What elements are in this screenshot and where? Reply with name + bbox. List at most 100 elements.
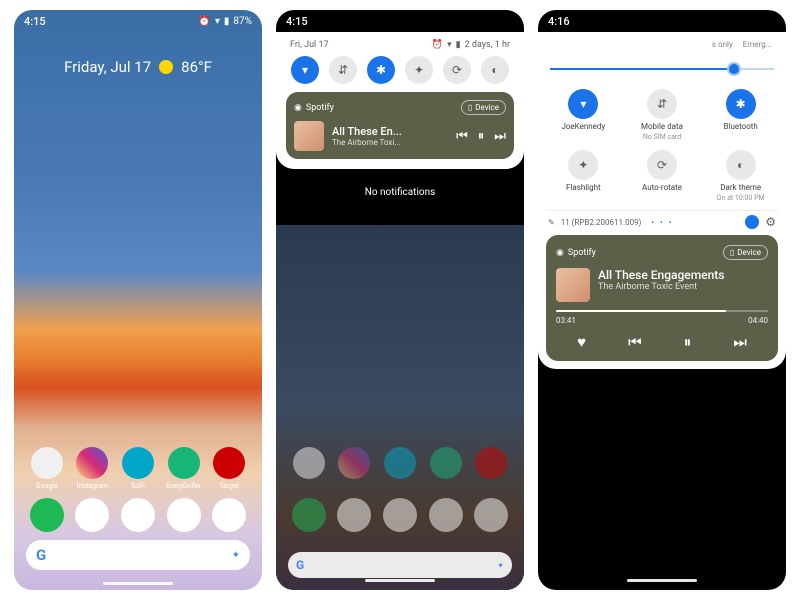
qs-dark-theme-icon: ◐ bbox=[726, 150, 756, 180]
settings-gear-icon[interactable]: ⚙ bbox=[765, 215, 776, 229]
shade-right-text: 2 days, 1 hr bbox=[465, 40, 510, 50]
quick-settings-row: ▾ ⇵ ✱ ✦ ⟳ ◐ bbox=[286, 56, 514, 84]
date-weather-widget[interactable]: Friday, Jul 17 86°F bbox=[14, 58, 262, 76]
user-icon[interactable] bbox=[745, 215, 759, 229]
output-device-chip[interactable]: ▯ Device bbox=[723, 245, 768, 260]
pause-button[interactable]: ⏸ bbox=[684, 333, 692, 351]
app-everydollar[interactable]: EveryDollar bbox=[427, 447, 465, 490]
app-instagram[interactable]: Instagram bbox=[335, 447, 373, 490]
qs-bluetooth[interactable]: ✱ bbox=[367, 56, 395, 84]
app-everydollar[interactable]: EveryDollar bbox=[165, 447, 203, 490]
assistant-icon: ✦ bbox=[497, 561, 504, 570]
pause-button[interactable]: ⏸ bbox=[478, 129, 485, 144]
build-text: 11 (RPB2.200611.009) bbox=[561, 218, 642, 227]
status-bar: 4:16 bbox=[538, 10, 786, 32]
spotify-icon: ◉ bbox=[294, 103, 302, 113]
wifi-icon: ▾ bbox=[215, 16, 220, 27]
track-title: All These En... bbox=[332, 125, 448, 138]
quick-settings-shade: Fri, Jul 17 ⏰ ▾ ▮ 2 days, 1 hr ▾⇵✱✦⟳◐ ◉ … bbox=[276, 32, 524, 169]
dock-app-spotify[interactable] bbox=[28, 498, 66, 532]
track-artist: The Airborne Toxi... bbox=[332, 138, 448, 147]
nav-handle[interactable] bbox=[103, 582, 173, 585]
qs-tile-auto-rotate[interactable]: ⟳ Auto-rotate bbox=[625, 150, 700, 203]
assistant-icon[interactable]: ✦ bbox=[232, 550, 240, 561]
qs-bluetooth-icon: ✱ bbox=[726, 89, 756, 119]
notification-shade-collapsed: Google Instagram SoFi EveryDollar Target bbox=[276, 10, 524, 590]
dock-app-app4[interactable] bbox=[427, 498, 465, 532]
output-device-chip[interactable]: ▯ Device bbox=[461, 100, 506, 115]
qs-mobile-data[interactable]: ⇵ bbox=[329, 56, 357, 84]
dock bbox=[14, 498, 262, 532]
like-button[interactable]: ♥ bbox=[577, 333, 586, 351]
status-time: 4:16 bbox=[548, 15, 570, 28]
qs-tile-dark-theme[interactable]: ◐ Dark theme On at 10:00 PM bbox=[703, 150, 778, 203]
google-logo-icon: G bbox=[296, 558, 304, 572]
qs-tile-flashlight[interactable]: ✦ Flashlight bbox=[546, 150, 621, 203]
media-card[interactable]: ◉ Spotify ▯ Device All These En... The A… bbox=[286, 92, 514, 159]
dock-app-twitter[interactable] bbox=[335, 498, 373, 532]
nav-handle[interactable] bbox=[365, 579, 435, 582]
dock-app-app5[interactable] bbox=[472, 498, 510, 532]
status-time: 4:15 bbox=[286, 15, 308, 28]
qs-tile-mobile-data[interactable]: ⇵ Mobile data No SIM card bbox=[625, 89, 700, 142]
app-row: Google Instagram SoFi EveryDollar Target bbox=[14, 447, 262, 490]
dock-app-app4[interactable] bbox=[165, 498, 203, 532]
status-icons: ⏰ ▾ ▮ 87% bbox=[198, 16, 252, 27]
qs-dark-theme[interactable]: ◐ bbox=[481, 56, 509, 84]
battery-icon: ▮ bbox=[224, 16, 230, 27]
quick-settings-grid: ▾ JoeKennedy ⇵ Mobile data No SIM card ✱… bbox=[546, 89, 778, 202]
status-time: 4:15 bbox=[24, 15, 46, 28]
status-bar: 4:15 ⏰ ▾ ▮ 87% bbox=[14, 10, 262, 32]
home-screen: 4:15 ⏰ ▾ ▮ 87% Friday, Jul 17 86°F Googl… bbox=[14, 10, 262, 590]
next-button[interactable]: ⏭ bbox=[494, 129, 506, 144]
brightness-slider[interactable] bbox=[550, 59, 774, 79]
weather-sun-icon bbox=[159, 60, 173, 74]
qs-tile-bluetooth[interactable]: ✱ Bluetooth bbox=[703, 89, 778, 142]
no-notifications-text: No notifications bbox=[276, 187, 524, 198]
duration-time: 04:40 bbox=[748, 316, 768, 325]
prev-button[interactable]: ⏮ bbox=[456, 129, 468, 144]
alarm-icon: ⏰ bbox=[432, 40, 443, 50]
device-icon: ▯ bbox=[730, 248, 734, 257]
dock-app-twitter[interactable] bbox=[73, 498, 111, 532]
progress-bar[interactable] bbox=[556, 310, 768, 312]
build-info-row: ✎ 11 (RPB2.200611.009) • • • ⚙ bbox=[546, 210, 778, 235]
wifi-icon: ▾ bbox=[447, 40, 452, 50]
next-button[interactable]: ⏭ bbox=[733, 333, 747, 351]
album-art bbox=[556, 268, 590, 302]
battery-icon: ▮ bbox=[456, 40, 461, 50]
app-target[interactable]: Target bbox=[472, 447, 510, 490]
page-indicator: • • • bbox=[651, 218, 673, 227]
media-card-expanded[interactable]: ◉ Spotify ▯ Device All These Engagements… bbox=[546, 235, 778, 361]
brightness-thumb-icon[interactable] bbox=[727, 62, 741, 76]
edit-icon[interactable]: ✎ bbox=[548, 218, 555, 227]
qs-flashlight[interactable]: ✦ bbox=[405, 56, 433, 84]
dock-app-app5[interactable] bbox=[210, 498, 248, 532]
battery-pct: 87% bbox=[233, 16, 252, 27]
nav-handle[interactable] bbox=[627, 579, 697, 582]
search-bar-dimmed: G ✦ bbox=[288, 552, 512, 578]
dock-app-spotify[interactable] bbox=[290, 498, 328, 532]
prev-button[interactable]: ⏮ bbox=[628, 333, 642, 351]
qs-auto-rotate[interactable]: ⟳ bbox=[443, 56, 471, 84]
google-logo-icon: G bbox=[36, 546, 46, 564]
spotify-icon: ◉ bbox=[556, 248, 564, 258]
qs-auto-rotate-icon: ⟳ bbox=[647, 150, 677, 180]
app-google[interactable]: Google bbox=[28, 447, 66, 490]
qs-wifi[interactable]: ▾ bbox=[291, 56, 319, 84]
notification-shade-expanded: 4:16 s only Emerg... ▾ JoeKennedy ⇵ Mobi… bbox=[538, 10, 786, 590]
qs-tile-wifi[interactable]: ▾ JoeKennedy bbox=[546, 89, 621, 142]
album-art bbox=[294, 121, 324, 151]
status-text-1: s only bbox=[712, 40, 733, 49]
dock-app-app3[interactable] bbox=[119, 498, 157, 532]
qs-flashlight-icon: ✦ bbox=[568, 150, 598, 180]
app-instagram[interactable]: Instagram bbox=[73, 447, 111, 490]
app-google[interactable]: Google bbox=[290, 447, 328, 490]
app-sofi[interactable]: SoFi bbox=[119, 447, 157, 490]
search-bar[interactable]: G ✦ bbox=[26, 540, 250, 570]
track-title: All These Engagements bbox=[598, 268, 768, 282]
media-app-name: Spotify bbox=[568, 248, 596, 258]
dock-app-app3[interactable] bbox=[381, 498, 419, 532]
app-target[interactable]: Target bbox=[210, 447, 248, 490]
app-sofi[interactable]: SoFi bbox=[381, 447, 419, 490]
